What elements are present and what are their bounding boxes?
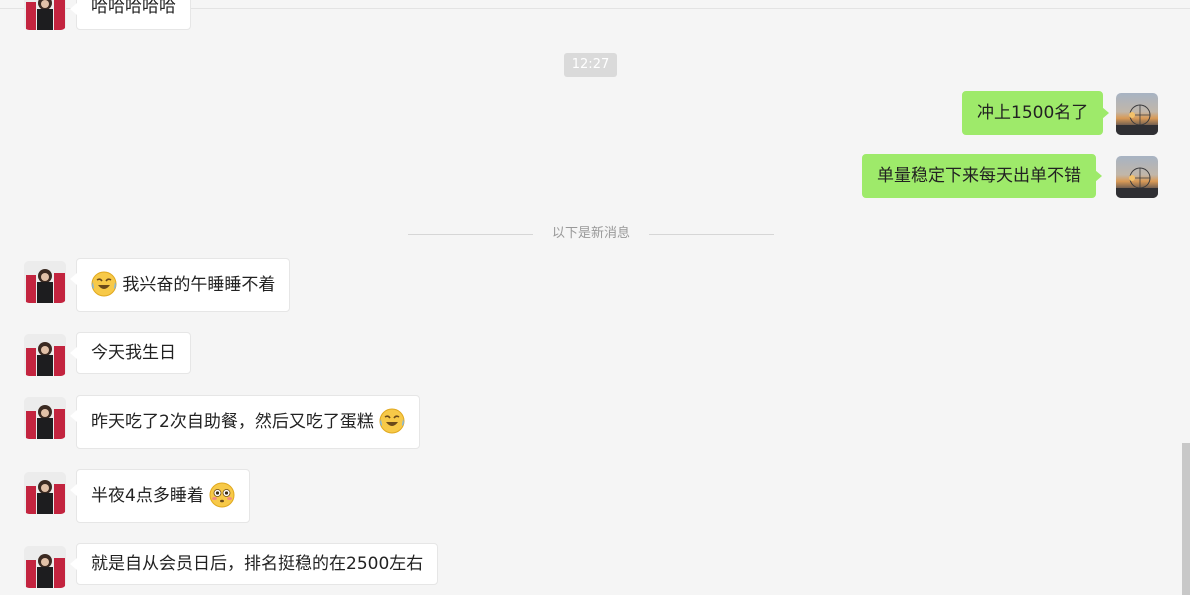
contact-avatar[interactable] xyxy=(24,397,66,439)
contact-avatar[interactable] xyxy=(24,472,66,514)
message-text: 我兴奋的午睡睡不着 xyxy=(122,275,276,295)
my-avatar[interactable] xyxy=(1116,93,1158,135)
laughing-crying-emoji-icon xyxy=(379,408,405,434)
flushed-face-emoji-icon xyxy=(209,482,235,508)
message-bubble-received[interactable]: 就是自从会员日后，排名挺稳的在2500左右 xyxy=(69,543,439,585)
contact-avatar[interactable] xyxy=(24,261,66,303)
message-bubble-received[interactable]: 我兴奋的午睡睡不着 xyxy=(69,258,291,312)
message-text: 就是自从会员日后，排名挺稳的在2500左右 xyxy=(91,554,424,574)
message-bubble-sent[interactable]: 冲上1500名了 xyxy=(962,91,1110,135)
message-text: 哈哈哈哈哈 xyxy=(91,0,176,17)
message-bubble-received[interactable]: 昨天吃了2次自助餐，然后又吃了蛋糕 xyxy=(69,395,421,449)
message-bubble-received[interactable]: 今天我生日 xyxy=(70,332,191,374)
contact-avatar[interactable] xyxy=(24,0,66,30)
vertical-scrollbar[interactable] xyxy=(1182,443,1190,595)
my-avatar[interactable] xyxy=(1116,156,1158,198)
laughing-crying-emoji-icon xyxy=(91,271,117,297)
message-bubble-received[interactable]: 半夜4点多睡着 xyxy=(69,469,251,523)
new-messages-divider: 以下是新消息 xyxy=(408,221,774,245)
divider-line xyxy=(408,234,533,235)
message-text: 单量稳定下来每天出单不错 xyxy=(877,166,1081,186)
message-bubble-received[interactable]: 哈哈哈哈哈 xyxy=(70,0,191,30)
message-text: 冲上1500名了 xyxy=(977,103,1089,123)
contact-avatar[interactable] xyxy=(24,334,66,376)
message-text: 昨天吃了2次自助餐，然后又吃了蛋糕 xyxy=(91,412,374,432)
new-messages-label: 以下是新消息 xyxy=(551,226,630,241)
message-timestamp: 12:27 xyxy=(564,53,617,77)
divider-line xyxy=(649,234,774,235)
message-text: 半夜4点多睡着 xyxy=(91,486,204,506)
contact-avatar[interactable] xyxy=(24,546,66,588)
message-bubble-sent[interactable]: 单量稳定下来每天出单不错 xyxy=(862,154,1102,198)
message-text: 今天我生日 xyxy=(91,343,176,363)
